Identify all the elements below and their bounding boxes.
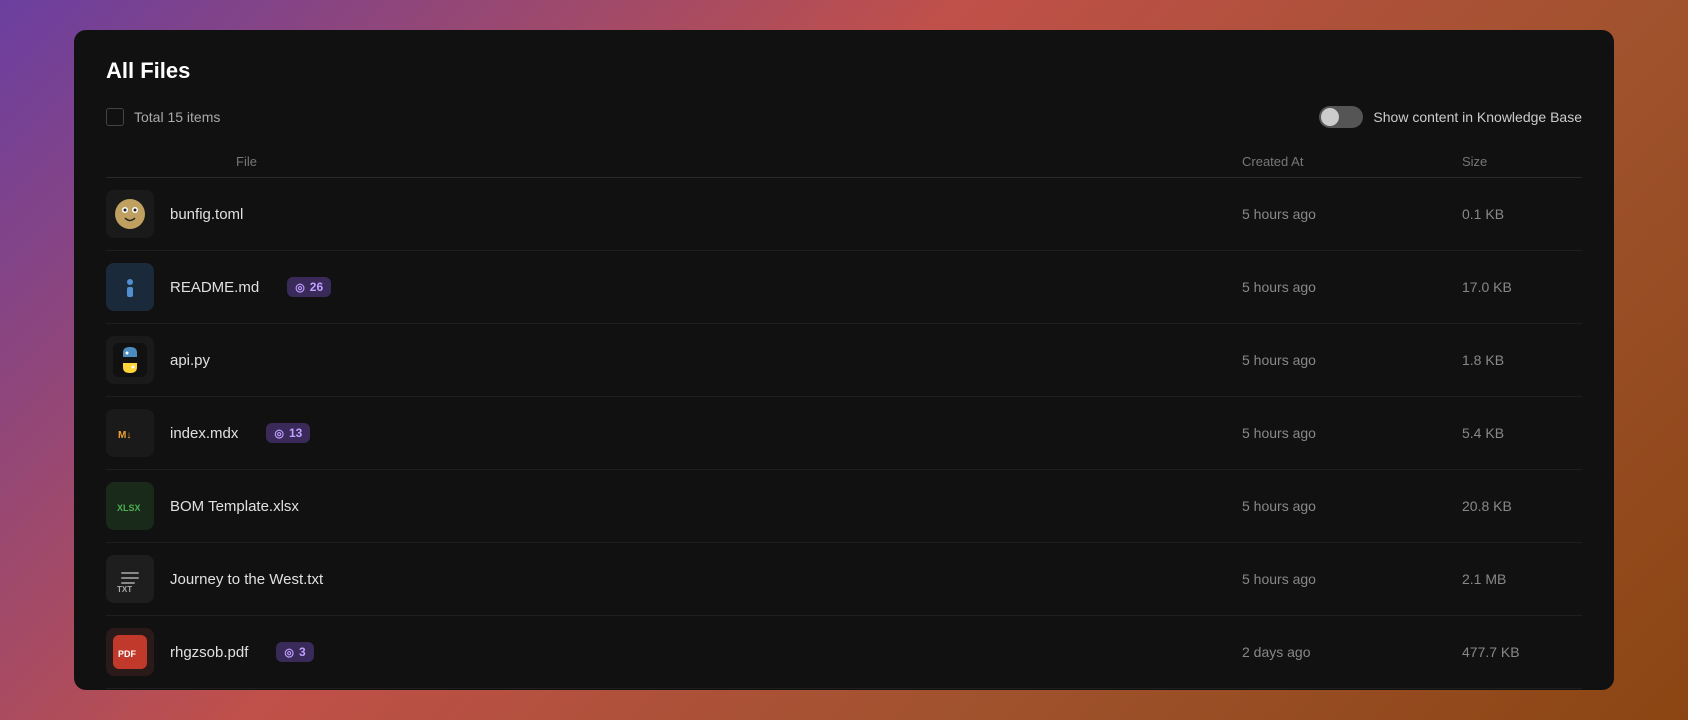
- file-name: index.mdx: [170, 425, 238, 442]
- table-row[interactable]: TXT Journey to the West.txt 5 hours ago …: [106, 543, 1582, 616]
- file-icon-pdf: PDF: [106, 628, 154, 676]
- table-row[interactable]: M↓ index.mdx ◎13 5 hours ago 5.4 KB: [106, 397, 1582, 470]
- svg-text:TXT: TXT: [117, 585, 132, 594]
- file-icon-info: [106, 263, 154, 311]
- size-cell: 1.8 KB: [1462, 352, 1582, 368]
- file-name: api.py: [170, 352, 210, 369]
- page-title: All Files: [106, 58, 1582, 84]
- select-all-checkbox[interactable]: [106, 108, 124, 126]
- file-icon-python: [106, 336, 154, 384]
- table-body: bunfig.toml 5 hours ago 0.1 KB README.md…: [106, 178, 1582, 689]
- file-icon-bun: [106, 190, 154, 238]
- file-name: BOM Template.xlsx: [170, 498, 299, 515]
- size-cell: 5.4 KB: [1462, 425, 1582, 441]
- toggle-label: Show content in Knowledge Base: [1373, 109, 1582, 125]
- created-at-cell: 5 hours ago: [1242, 279, 1462, 295]
- size-cell: 20.8 KB: [1462, 498, 1582, 514]
- badge: ◎3: [276, 642, 313, 662]
- col-size: Size: [1462, 154, 1582, 169]
- table-row[interactable]: bunfig.toml 5 hours ago 0.1 KB: [106, 178, 1582, 251]
- toolbar: Total 15 items Show content in Knowledge…: [106, 106, 1582, 128]
- table-row[interactable]: README.md ◎26 5 hours ago 17.0 KB: [106, 251, 1582, 324]
- size-cell: 17.0 KB: [1462, 279, 1582, 295]
- size-cell: 477.7 KB: [1462, 644, 1582, 660]
- file-cell: PDF rhgzsob.pdf ◎3: [106, 616, 1242, 688]
- total-items-label: Total 15 items: [134, 109, 220, 125]
- file-name: Journey to the West.txt: [170, 571, 323, 588]
- knowledge-base-toggle[interactable]: [1319, 106, 1363, 128]
- created-at-cell: 5 hours ago: [1242, 352, 1462, 368]
- size-cell: 2.1 MB: [1462, 571, 1582, 587]
- file-cell: XLSX BOM Template.xlsx: [106, 470, 1242, 542]
- toolbar-right: Show content in Knowledge Base: [1319, 106, 1582, 128]
- toolbar-left: Total 15 items: [106, 108, 220, 126]
- file-cell: TXT Journey to the West.txt: [106, 543, 1242, 615]
- table-row[interactable]: api.py 5 hours ago 1.8 KB: [106, 324, 1582, 397]
- created-at-cell: 5 hours ago: [1242, 498, 1462, 514]
- file-cell: bunfig.toml: [106, 178, 1242, 250]
- file-cell: api.py: [106, 324, 1242, 396]
- file-icon-txt: TXT: [106, 555, 154, 603]
- badge: ◎26: [287, 277, 331, 297]
- file-name: README.md: [170, 279, 259, 296]
- main-panel: All Files Total 15 items Show content in…: [74, 30, 1614, 690]
- table-row[interactable]: PDF rhgzsob.pdf ◎3 2 days ago 477.7 KB: [106, 616, 1582, 689]
- file-cell: M↓ index.mdx ◎13: [106, 397, 1242, 469]
- badge-icon: ◎: [295, 281, 305, 294]
- badge-icon: ◎: [284, 646, 294, 659]
- created-at-cell: 5 hours ago: [1242, 571, 1462, 587]
- svg-text:XLSX: XLSX: [117, 503, 141, 513]
- file-icon-mdx: M↓: [106, 409, 154, 457]
- file-name: rhgzsob.pdf: [170, 644, 248, 661]
- col-created-at: Created At: [1242, 154, 1462, 169]
- svg-text:M↓: M↓: [118, 430, 131, 441]
- col-file: File: [236, 154, 1242, 169]
- svg-text:PDF: PDF: [118, 649, 137, 659]
- file-cell: README.md ◎26: [106, 251, 1242, 323]
- file-icon-xlsx: XLSX: [106, 482, 154, 530]
- badge-icon: ◎: [274, 427, 284, 440]
- created-at-cell: 2 days ago: [1242, 644, 1462, 660]
- size-cell: 0.1 KB: [1462, 206, 1582, 222]
- file-name: bunfig.toml: [170, 206, 243, 223]
- toggle-knob: [1321, 108, 1339, 126]
- created-at-cell: 5 hours ago: [1242, 206, 1462, 222]
- created-at-cell: 5 hours ago: [1242, 425, 1462, 441]
- table-row[interactable]: XLSX BOM Template.xlsx 5 hours ago 20.8 …: [106, 470, 1582, 543]
- table-header: File Created At Size: [106, 146, 1582, 178]
- badge: ◎13: [266, 423, 310, 443]
